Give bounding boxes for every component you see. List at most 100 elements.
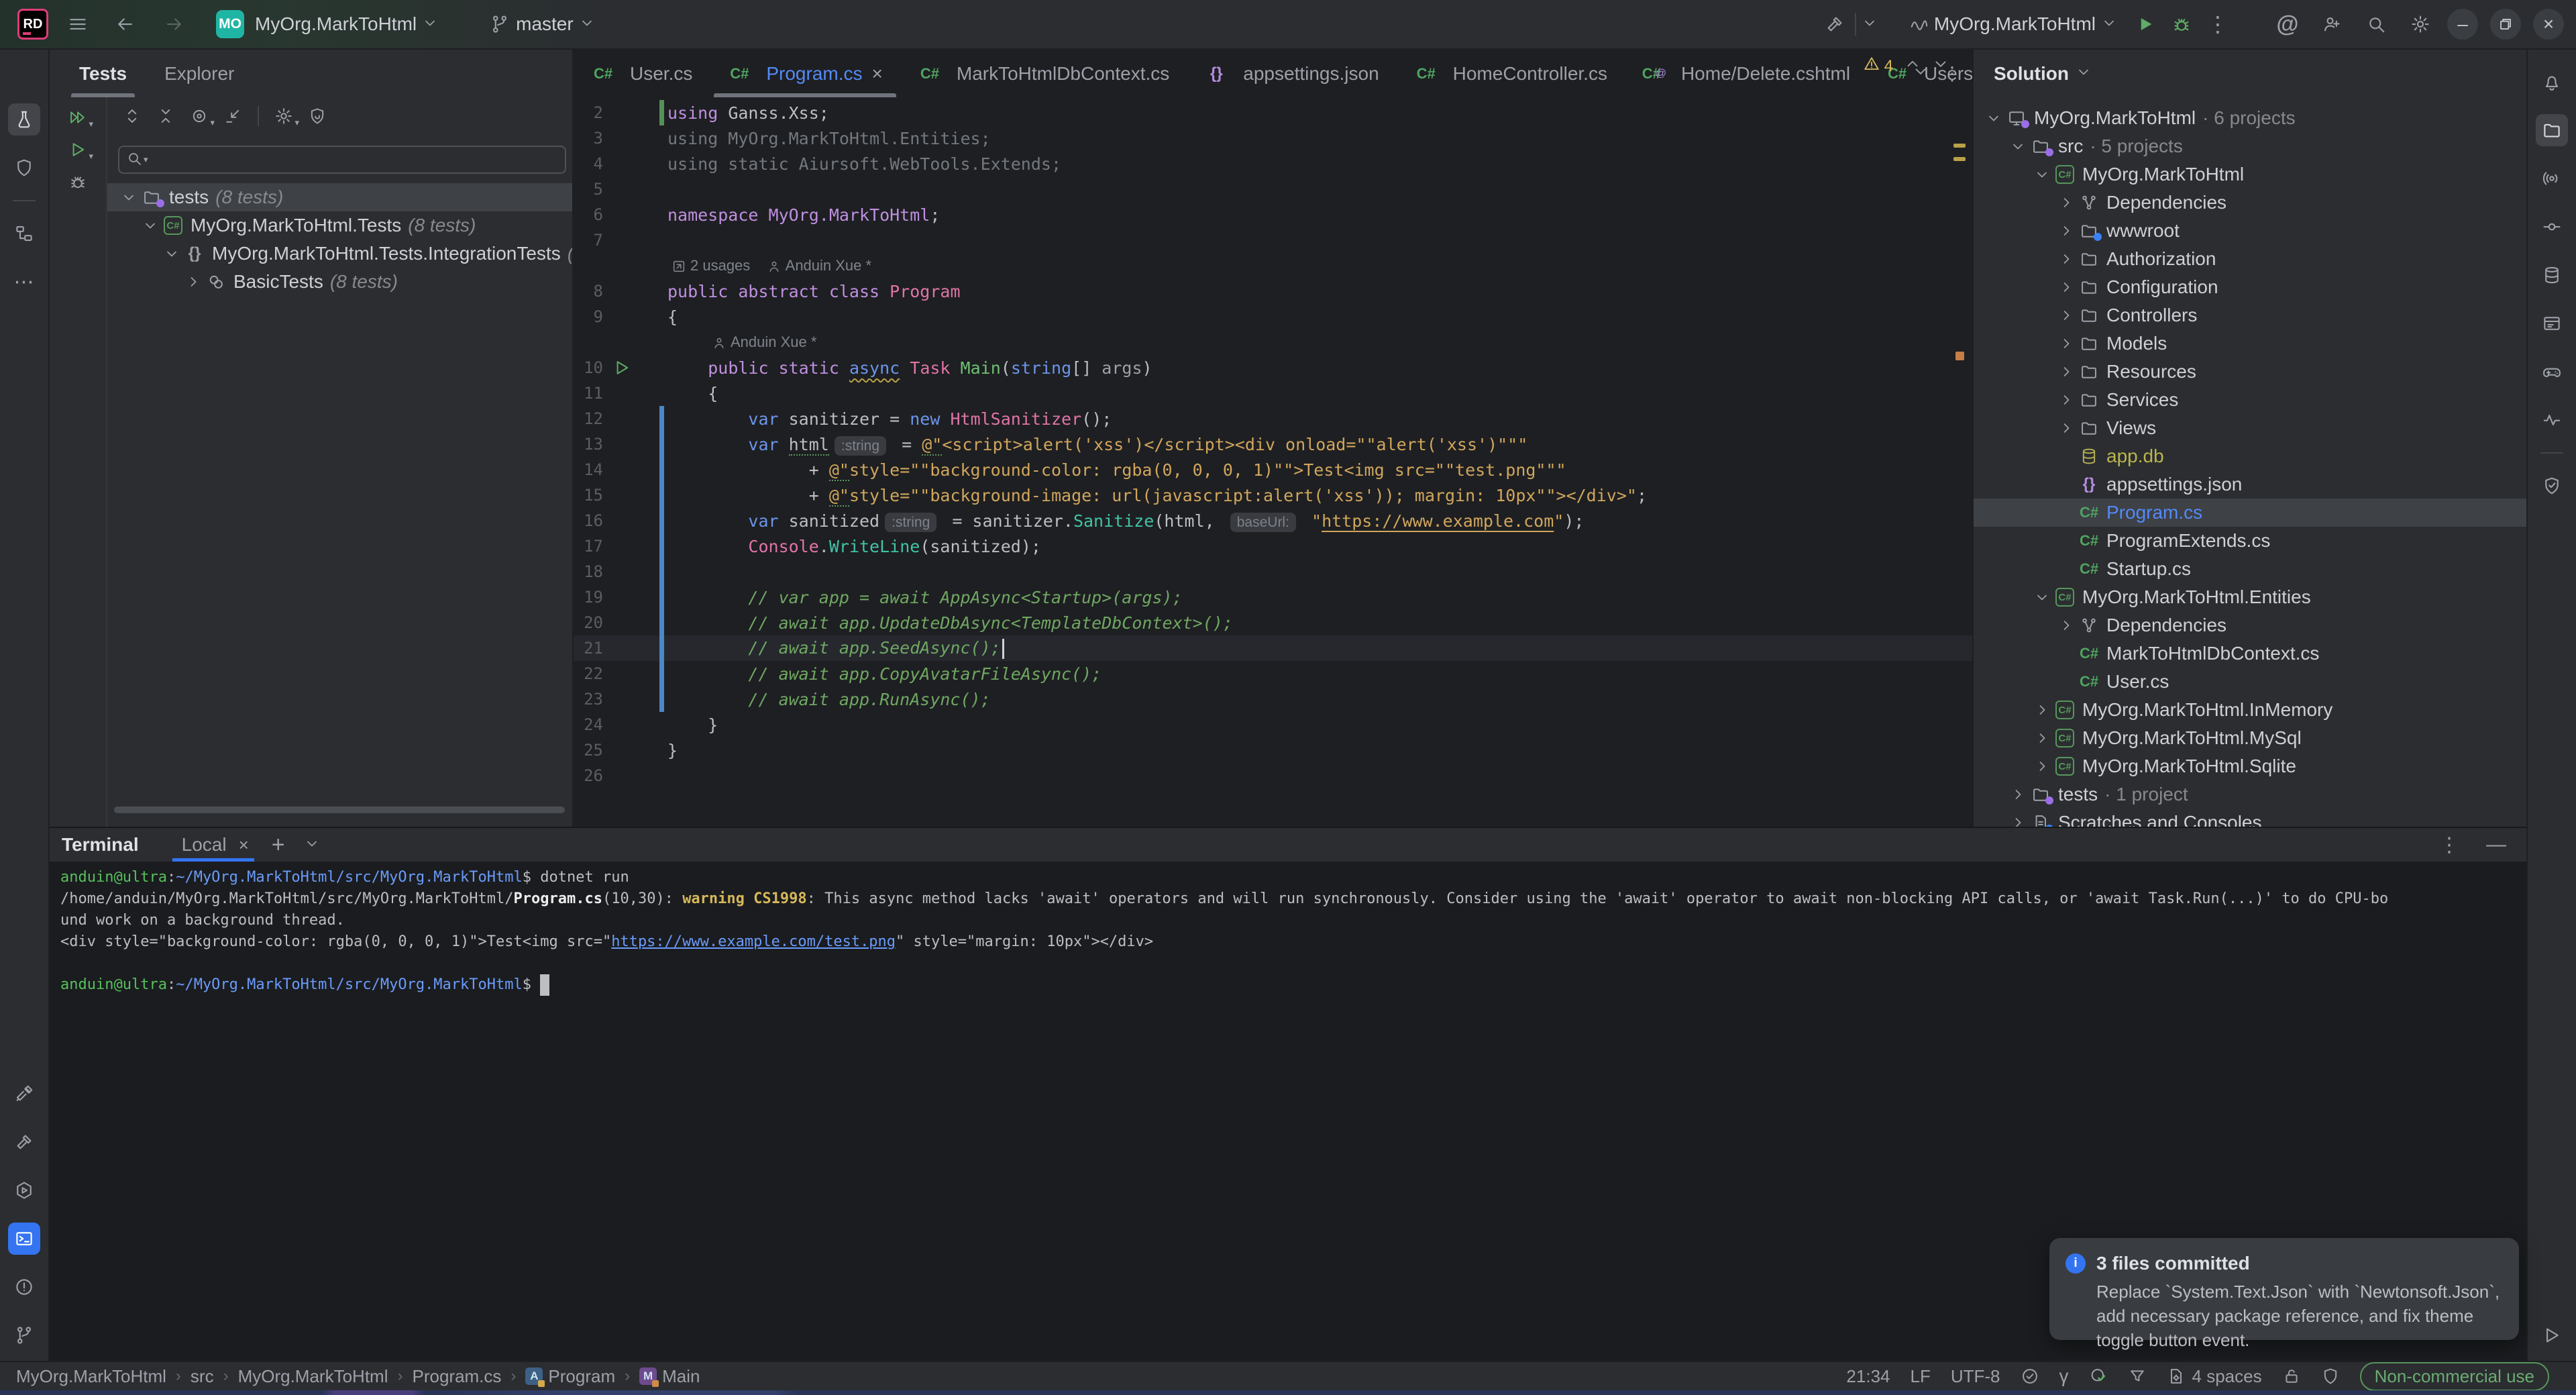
test-settings-icon[interactable]: ▾ — [270, 103, 298, 130]
coverage-icon[interactable] — [303, 103, 331, 130]
run-config-chevron-icon[interactable] — [2101, 15, 2117, 34]
chevron-right-icon[interactable] — [2007, 815, 2029, 827]
project-chevron-icon[interactable] — [422, 15, 438, 34]
tree-row[interactable]: C#MyOrg.MarkToHtml.Tests (8 tests) — [107, 211, 572, 240]
breadcrumb-item[interactable]: src — [191, 1366, 214, 1387]
qodana-tool-icon[interactable] — [2536, 470, 2568, 502]
terminal-minimize-icon[interactable]: — — [2486, 833, 2506, 856]
main-menu-icon[interactable] — [63, 9, 93, 39]
chevron-down-icon[interactable] — [118, 189, 140, 205]
chevron-right-icon[interactable] — [2055, 251, 2077, 267]
tree-row[interactable]: {}MyOrg.MarkToHtml.Tests.IntegrationTest… — [107, 240, 572, 268]
profiler-tool-icon[interactable] — [2536, 404, 2568, 436]
tree-row[interactable]: Configuration — [1974, 273, 2526, 301]
run-config-selector[interactable]: MyOrg.MarkToHtml — [1934, 13, 2096, 35]
tree-row[interactable]: C#MyOrg.MarkToHtml.Sqlite — [1974, 752, 2526, 780]
chevron-down-icon[interactable] — [161, 246, 182, 262]
commit-tool-icon[interactable] — [2536, 211, 2568, 243]
chevron-right-icon[interactable] — [2007, 786, 2029, 803]
editor-tab-marktohtmldbcontext-cs[interactable]: C#MarkToHtmlDbContext.cs — [900, 50, 1187, 97]
tree-row[interactable]: C#User.cs — [1974, 668, 2526, 696]
chevron-right-icon[interactable] — [2055, 307, 2077, 323]
chevron-right-icon[interactable] — [2055, 279, 2077, 295]
tools-icon[interactable] — [8, 1078, 40, 1110]
close-terminal-icon[interactable]: × — [239, 835, 249, 856]
tree-row[interactable]: Models — [1974, 329, 2526, 358]
breadcrumb-item[interactable]: Program.cs — [412, 1366, 501, 1387]
tree-row[interactable]: C#MyOrg.MarkToHtml.MySql — [1974, 724, 2526, 752]
chevron-down-icon[interactable] — [2031, 166, 2053, 183]
tree-row[interactable]: C#ProgramExtends.cs — [1974, 527, 2526, 555]
game-dev-tool-icon[interactable] — [2536, 356, 2568, 388]
run-all-tests-icon[interactable]: ▾ — [64, 104, 92, 131]
tree-row[interactable]: C#MyOrg.MarkToHtml — [1974, 160, 2526, 189]
lock-icon[interactable] — [2282, 1367, 2301, 1386]
chevron-right-icon[interactable] — [182, 274, 204, 290]
tests-search-input[interactable]: ▾ — [118, 146, 566, 174]
tree-row[interactable]: Services — [1974, 386, 2526, 414]
tree-row[interactable]: C#Startup.cs — [1974, 555, 2526, 583]
file-encoding[interactable]: UTF-8 — [1951, 1366, 2000, 1387]
chevron-down-icon[interactable] — [2031, 589, 2053, 605]
build-chevron-icon[interactable] — [1862, 15, 1878, 34]
chevron-down-icon[interactable] — [2007, 138, 2029, 154]
inspections-status-icon[interactable] — [2021, 1367, 2039, 1386]
ai-assistant-icon[interactable]: @ — [2273, 9, 2302, 39]
tree-row[interactable]: Resources — [1974, 358, 2526, 386]
terminal-options-chevron-icon[interactable] — [304, 835, 320, 855]
inlay-hint-row[interactable]: 2 usages Anduin Xue * — [574, 253, 1972, 278]
project-badge[interactable]: MO — [216, 10, 244, 38]
tab-tests[interactable]: Tests — [79, 50, 127, 97]
chevron-right-icon[interactable] — [2055, 223, 2077, 239]
indent-config[interactable]: 4 spaces — [2167, 1366, 2262, 1387]
chevron-right-icon[interactable] — [2031, 730, 2053, 746]
collapse-all-icon[interactable] — [152, 103, 180, 130]
minimize-button[interactable]: – — [2447, 9, 2478, 40]
breadcrumb-item[interactable]: AProgram — [525, 1366, 615, 1387]
editor-tab-appsettings-json[interactable]: {}appsettings.json — [1187, 50, 1396, 97]
close-button[interactable]: × — [2533, 9, 2564, 40]
tree-row[interactable]: tests · 1 project — [1974, 780, 2526, 809]
nuget-tool-icon[interactable] — [2536, 307, 2568, 340]
tree-row[interactable]: app.db — [1974, 442, 2526, 470]
build-icon[interactable] — [8, 1126, 40, 1158]
unit-tests-tool-icon[interactable] — [8, 103, 40, 136]
license-badge[interactable]: Non-commercial use — [2360, 1362, 2549, 1391]
tree-row[interactable]: C#MyOrg.MarkToHtml.InMemory — [1974, 696, 2526, 724]
terminal-kebab-icon[interactable]: ⋮ — [2439, 833, 2459, 857]
forward-icon[interactable] — [160, 9, 189, 39]
version-control-icon[interactable] — [8, 1319, 40, 1351]
tree-row[interactable]: MyOrg.MarkToHtml · 6 projects — [1974, 104, 2526, 132]
branch-icon[interactable] — [485, 9, 515, 39]
services-icon[interactable] — [8, 1174, 40, 1206]
tree-row[interactable]: Dependencies — [1974, 611, 2526, 639]
breadcrumb-item[interactable]: MMain — [639, 1366, 700, 1387]
chevron-right-icon[interactable] — [2031, 758, 2053, 774]
run-selected-tests-icon[interactable]: ▾ — [64, 136, 92, 163]
chevron-down-icon[interactable] — [140, 217, 161, 234]
structure-tool-icon[interactable] — [8, 217, 40, 250]
column-selection-icon[interactable]: γ — [2059, 1365, 2069, 1387]
debug-tests-icon[interactable] — [64, 168, 92, 195]
grazie-icon[interactable] — [2089, 1367, 2108, 1386]
chevron-down-icon[interactable] — [1983, 110, 2004, 126]
breadcrumb-item[interactable]: MyOrg.MarkToHtml — [238, 1366, 388, 1387]
close-tab-icon[interactable]: × — [872, 63, 883, 85]
back-icon[interactable] — [110, 9, 140, 39]
tree-row[interactable]: Controllers — [1974, 301, 2526, 329]
more-actions-icon[interactable]: ⋮ — [2203, 9, 2233, 39]
tree-row[interactable]: C#MyOrg.MarkToHtml.Entities — [1974, 583, 2526, 611]
code-with-me-icon[interactable] — [2317, 9, 2347, 39]
editor-tab-user-cs[interactable]: C#User.cs — [574, 50, 710, 97]
scrollbar-mark[interactable] — [1955, 352, 1964, 360]
editor-tab-homecontroller-cs[interactable]: C#HomeController.cs — [1397, 50, 1625, 97]
run-gutter-icon[interactable] — [612, 358, 631, 377]
solution-explorer-icon[interactable] — [2536, 114, 2568, 146]
navigate-to-icon[interactable] — [219, 103, 247, 130]
terminal-tab-local[interactable]: Local× — [182, 828, 249, 862]
notifications-icon[interactable] — [2536, 66, 2568, 98]
code-editor[interactable]: 2using Ganss.Xss;3using MyOrg.MarkToHtml… — [574, 97, 1972, 827]
tests-horizontal-scrollbar[interactable] — [114, 807, 565, 813]
maximize-button[interactable] — [2490, 9, 2521, 40]
chevron-right-icon[interactable] — [2055, 195, 2077, 211]
